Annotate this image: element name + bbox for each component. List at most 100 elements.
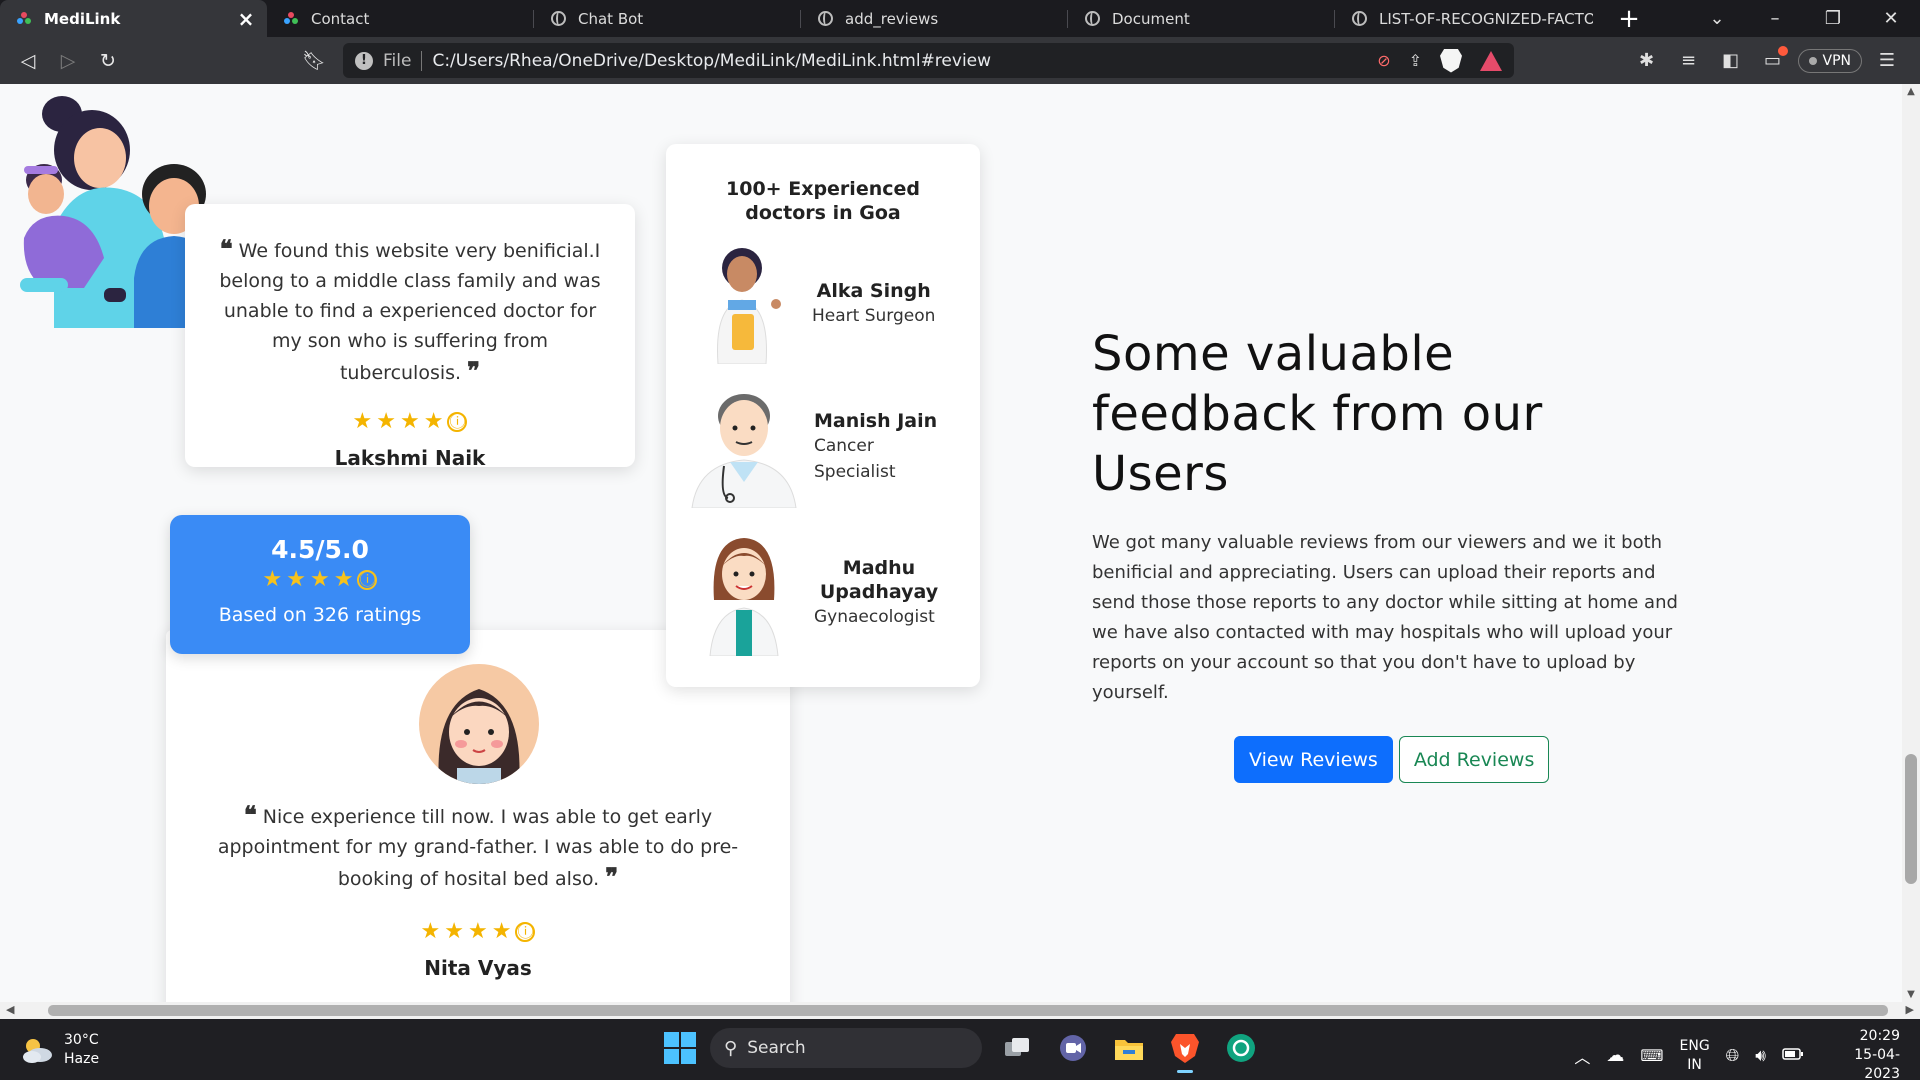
tab-search-chevron-icon[interactable]: ⌄	[1688, 0, 1746, 37]
weather-temp: 30°C	[64, 1032, 99, 1048]
search-icon: ⚲	[724, 1037, 738, 1059]
file-explorer-icon[interactable]	[1108, 1027, 1150, 1069]
brave-rewards-icon[interactable]	[1480, 50, 1502, 71]
open-quote-icon: ❝	[243, 800, 257, 829]
task-view-icon[interactable]	[996, 1027, 1038, 1069]
tab-chat-bot[interactable]: Chat Bot	[534, 0, 801, 37]
tab-title: Chat Bot	[578, 9, 644, 28]
doctor-avatar	[696, 244, 792, 365]
rating-score: 4.5/5.0	[271, 535, 369, 564]
doctor-specialty: Heart Surgeon	[812, 306, 936, 326]
new-tab-plus-icon[interactable]: +	[1605, 0, 1653, 37]
tab-add-reviews[interactable]: add_reviews	[801, 0, 1068, 37]
vertical-scrollbar[interactable]: ▲ ▼	[1902, 84, 1920, 1002]
browser-toolbar: ◁ ▷ ↻ 🔖︎ ! File C:/Users/Rhea/OneDrive/D…	[0, 37, 1920, 84]
tab-factory-list[interactable]: LIST-OF-RECOGNIZED-FACTORY	[1335, 0, 1605, 37]
volume-icon[interactable]: 🔊︎	[1755, 1046, 1766, 1066]
close-quote-icon: ❞	[605, 862, 619, 891]
review-text: ❝ We found this website very benificial.…	[219, 234, 601, 385]
star-icon: ★	[262, 567, 283, 592]
reload-icon[interactable]: ↻	[88, 41, 128, 81]
url-text[interactable]: C:/Users/Rhea/OneDrive/Desktop/MediLink/…	[432, 51, 1377, 71]
review-card: ❝ We found this website very benificial.…	[185, 204, 635, 470]
onedrive-cloud-icon[interactable]: ☁	[1606, 1045, 1624, 1066]
star-icon: ★	[468, 919, 488, 944]
star-icon: ★	[491, 919, 512, 944]
block-icon[interactable]: ⊘	[1377, 51, 1390, 70]
tab-title: Contact	[311, 9, 370, 28]
menu-icon[interactable]: ☰	[1870, 50, 1904, 71]
star-icon: ★	[352, 409, 373, 434]
show-hidden-icons-chevron-icon[interactable]: ︿	[1574, 1044, 1590, 1068]
star-icon: ★	[376, 409, 396, 434]
review-stars: ★ ★ ★ ★ ⓘ	[166, 920, 790, 944]
review-stars: ★ ★ ★ ★ ⓘ	[185, 410, 635, 434]
feedback-section: Some valuable feedback from our Users We…	[1092, 324, 1692, 783]
wallet-icon[interactable]: ▭	[1756, 46, 1790, 71]
vpn-button[interactable]: VPN	[1797, 48, 1862, 73]
globe-icon	[1351, 11, 1367, 27]
brave-browser-icon[interactable]	[1164, 1027, 1206, 1073]
scroll-right-icon[interactable]: ▶	[1906, 1003, 1914, 1016]
doctor-item[interactable]: Alka Singh Heart Surgeon	[696, 244, 956, 365]
system-tray: ︿ ☁ ⌨ ENG IN 🌐︎ 🔊︎ 20:29 15-04-2023	[1574, 1027, 1900, 1080]
tab-medilink[interactable]: MediLink ×	[0, 0, 267, 37]
vpn-label: VPN	[1822, 52, 1852, 69]
reviewer-name: Nita Vyas	[424, 956, 532, 980]
share-icon[interactable]: ⇪	[1409, 51, 1422, 70]
taskbar-search[interactable]: ⚲ Search	[710, 1028, 982, 1068]
playlist-icon[interactable]: ≡	[1672, 50, 1706, 71]
window-controls: ⌄ – ❐ ✕	[1688, 0, 1920, 37]
system-clock[interactable]: 20:29 15-04-2023	[1820, 1027, 1900, 1080]
brave-shields-icon[interactable]	[1440, 48, 1462, 73]
view-reviews-button[interactable]: View Reviews	[1234, 736, 1393, 783]
chatgpt-app-icon[interactable]	[1220, 1027, 1262, 1069]
horizontal-scrollbar[interactable]: ◀ ▶	[0, 1002, 1920, 1019]
doctor-name: Manish Jain	[814, 410, 938, 432]
add-reviews-button[interactable]: Add Reviews	[1398, 736, 1550, 783]
doctor-item[interactable]: Madhu Upadhayay Gynaecologist	[696, 530, 956, 657]
network-globe-icon[interactable]: 🌐︎	[1726, 1046, 1740, 1066]
keyboard-icon[interactable]: ⌨	[1640, 1046, 1663, 1065]
star-icon: ★	[423, 409, 444, 434]
info-icon[interactable]: !	[355, 51, 373, 70]
scroll-up-icon[interactable]: ▲	[1905, 86, 1917, 97]
globe-icon	[817, 11, 833, 27]
search-label: Search	[747, 1038, 806, 1058]
clock-date: 15-04-2023	[1854, 1047, 1900, 1080]
tab-close-icon[interactable]: ×	[237, 7, 255, 31]
review-text: ❝ Nice experience till now. I was able t…	[217, 800, 739, 891]
scroll-left-icon[interactable]: ◀	[6, 1003, 14, 1016]
address-bar[interactable]: ! File C:/Users/Rhea/OneDrive/Desktop/Me…	[343, 43, 1514, 78]
tab-contact[interactable]: Contact	[267, 0, 534, 37]
forward-icon[interactable]: ▷	[48, 41, 88, 81]
maximize-icon[interactable]: ❐	[1804, 0, 1862, 37]
star-icon: ★	[444, 919, 464, 944]
doctors-heading: 100+ Experienced doctors in Goa	[726, 178, 920, 224]
scheme-label: File	[383, 50, 412, 71]
tab-strip: MediLink × Contact Chat Bot add_reviews …	[0, 0, 1920, 37]
scroll-thumb[interactable]	[48, 1005, 1888, 1016]
teams-chat-icon[interactable]	[1052, 1027, 1094, 1069]
weather-desc: Haze	[64, 1051, 100, 1067]
language-indicator[interactable]: ENG IN	[1680, 1037, 1710, 1075]
doctor-item[interactable]: Manish Jain Cancer Specialist	[691, 386, 956, 509]
feedback-title: Some valuable feedback from our Users	[1092, 326, 1543, 502]
tab-document[interactable]: Document	[1068, 0, 1335, 37]
minimize-icon[interactable]: –	[1746, 0, 1804, 37]
page-viewport: ❝ We found this website very benificial.…	[0, 84, 1902, 1002]
battery-icon[interactable]	[1782, 1047, 1804, 1064]
scroll-down-icon[interactable]: ▼	[1905, 989, 1917, 1000]
taskbar: 30°C Haze ⚲ Search ︿ ☁ ⌨ ENG IN 🌐︎ 🔊︎ 20…	[0, 1019, 1920, 1080]
weather-widget[interactable]: 30°C Haze	[20, 1031, 99, 1069]
windows-start-icon[interactable]	[664, 1032, 696, 1064]
doctor-avatar	[696, 530, 792, 657]
close-window-icon[interactable]: ✕	[1862, 0, 1920, 37]
back-icon[interactable]: ◁	[8, 41, 48, 81]
reviewer-avatar	[419, 664, 539, 784]
scroll-thumb[interactable]	[1905, 754, 1917, 884]
tab-title: LIST-OF-RECOGNIZED-FACTORY	[1379, 9, 1593, 28]
sidebar-icon[interactable]: ◧	[1714, 50, 1748, 71]
extensions-puzzle-icon[interactable]: ✱	[1630, 50, 1664, 71]
bookmark-icon[interactable]: 🔖︎	[294, 41, 334, 81]
